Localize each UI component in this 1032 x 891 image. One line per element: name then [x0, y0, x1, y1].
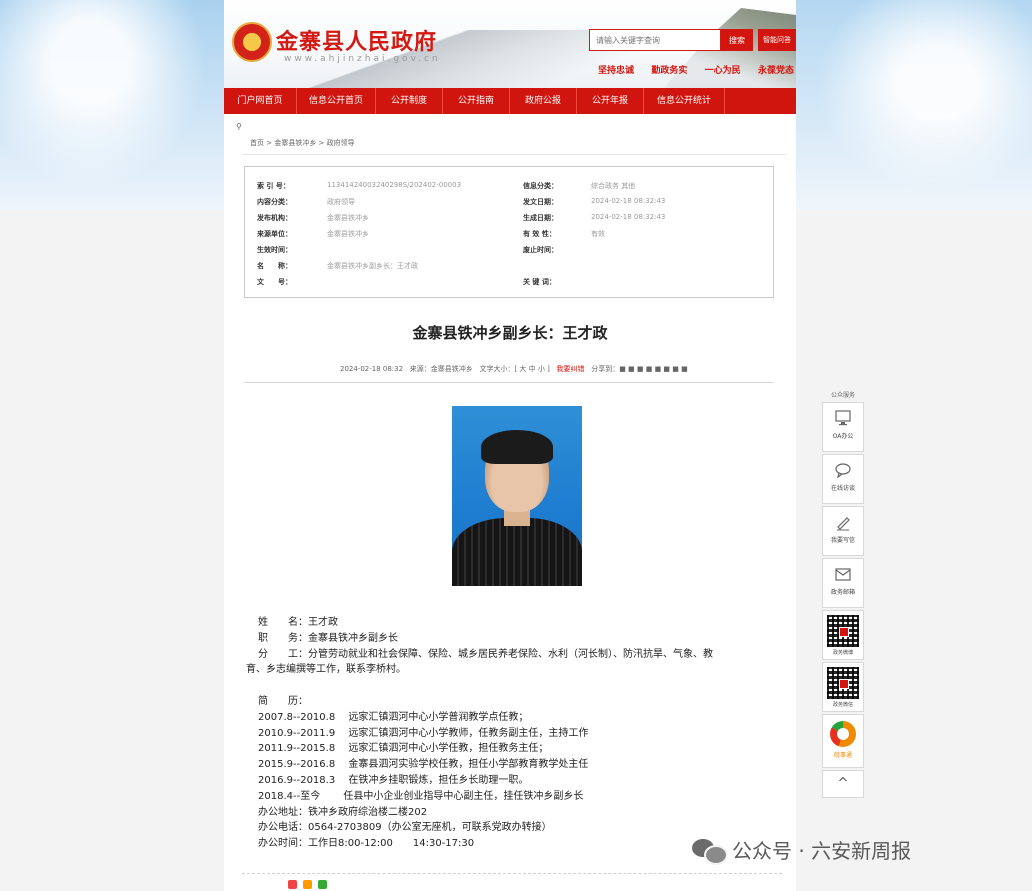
report-error-link[interactable]: 我要纠错 — [557, 365, 585, 373]
wechat-logo-icon — [692, 837, 728, 865]
nav-disclosure-guide[interactable]: 公开指南 — [443, 88, 510, 114]
body-line: 办公电话：0564-2703809（办公室无座机，可联系党政办转接） — [258, 822, 552, 834]
nav-disclosure-rules[interactable]: 公开制度 — [376, 88, 443, 114]
official-portrait-photo — [452, 406, 582, 586]
sidebar-online-interview[interactable]: 在线访谈 — [822, 454, 864, 504]
pen-icon — [837, 517, 850, 531]
info-row: 名 称： 金寨县铁冲乡副乡长：王才政 — [257, 262, 418, 270]
font-size-control[interactable]: 文字大小：[ 大 中 小 ] — [479, 365, 549, 373]
body-line: 2010.9--2011.9 远家汇镇泗河中心小学教师，任教务副主任，主持工作 — [258, 727, 589, 739]
body-line: 简 历： — [258, 695, 308, 707]
category-value: 综合政务 其他 — [591, 182, 636, 190]
mail-icon — [835, 568, 851, 581]
sidebar-qr-wechat[interactable]: 政务微信 — [822, 662, 864, 712]
sidebar-write-letter[interactable]: 我要写信 — [822, 506, 864, 556]
body-line: 2015.9--2016.8 金寨县泗河实验学校任教，担任小学部教育教学处主任 — [258, 759, 589, 771]
monitor-icon — [835, 410, 851, 426]
issue-date-value: 2024-02-18 08:32:43 — [591, 197, 666, 205]
name-value: 金寨县铁冲乡副乡长：王才政 — [327, 262, 418, 270]
footer-icons[interactable] — [288, 880, 327, 889]
nav-disclosure-stats[interactable]: 信息公开统计 — [644, 88, 725, 114]
info-row: 内容分类： 政府领导 发文日期： 2024-02-18 08:32:43 — [257, 197, 666, 206]
divider — [242, 873, 782, 874]
body-line: 2016.9--2018.3 在铁冲乡挂职锻炼，担任乡长助理一职。 — [258, 774, 529, 786]
article-title: 金寨县铁冲乡副乡长：王才政 — [412, 324, 608, 342]
smart-qa-button[interactable]: 智能问答 — [758, 29, 796, 51]
qr-code-icon — [827, 667, 859, 699]
watermark-text: 公众号 · 六安新周报 — [732, 839, 912, 863]
slogan-bar: 坚持忠诚 勤政务实 一心为民 永葆党态 — [598, 63, 794, 76]
info-row: 索 引 号： 11341424003240298S/202402-00003 信… — [257, 181, 636, 190]
background-sky-left — [0, 0, 225, 210]
body-line: 2007.8--2010.8 远家汇镇泗河中心小学普润教学点任教； — [258, 711, 529, 723]
sidebar-oa-office[interactable]: OA办公 — [822, 402, 864, 452]
site-header: 金寨县人民政府 www.ahjinzhai.gov.cn 搜索 智能问答 坚持忠… — [224, 0, 796, 88]
info-row: 发布机构： 金寨县铁冲乡 生成日期： 2024-02-18 08:32:43 — [257, 213, 666, 222]
source-value: 金寨县铁冲乡 — [327, 230, 369, 238]
chat-icon — [835, 463, 851, 479]
nav-portal-home[interactable]: 门户网首页 — [224, 88, 297, 114]
body-line: 职 务：金寨县铁冲乡副乡长 — [258, 632, 398, 644]
body-line: 育、乡志编撰等工作，联系李桥村。 — [246, 664, 406, 676]
info-row: 生效时间： 废止时间： — [257, 246, 558, 254]
background-sky-right — [796, 0, 1032, 210]
location-pin-icon: ⚲ — [236, 122, 242, 131]
body-line: 2018.4--至今 任县中小企业创业指导中心副主任，挂任铁冲乡副乡长 — [258, 790, 584, 802]
nav-gov-gazette[interactable]: 政府公报 — [510, 88, 577, 114]
back-to-top-button[interactable]: ^ — [822, 770, 864, 798]
divider — [244, 382, 774, 383]
publisher-value: 金寨县铁冲乡 — [327, 214, 369, 222]
slogan-4: 永葆党态 — [757, 66, 794, 76]
validity-value: 有效 — [591, 230, 605, 238]
body-line: 2011.9--2015.8 远家汇镇泗河中心小学任教，担任教务主任； — [258, 743, 549, 755]
sidebar-header: 公众服务 — [830, 392, 855, 399]
generate-date-value: 2024-02-18 08:32:43 — [591, 213, 666, 221]
sidebar-qr-weibo[interactable]: 政务微博 — [822, 610, 864, 660]
footer-icon[interactable] — [318, 880, 327, 889]
footer-icon[interactable] — [303, 880, 312, 889]
search-input[interactable] — [589, 29, 721, 51]
qr-code-icon — [827, 615, 859, 647]
share-icons[interactable]: ■ ■ ■ ■ ■ ■ ■ ■ — [619, 365, 688, 373]
wechat-watermark: 公众号 · 六安新周报 — [692, 835, 912, 865]
slogan-2: 勤政务实 — [651, 66, 688, 76]
body-line: 办公地址：铁冲乡政府综治楼二楼202 — [258, 806, 428, 818]
divider — [242, 154, 786, 155]
body-line: 姓 名：王才政 — [258, 617, 338, 628]
article-source: 来源：金寨县铁冲乡 — [409, 365, 473, 373]
share-label: 分享到： — [591, 365, 620, 373]
topic-value: 政府领导 — [327, 198, 355, 206]
slogan-3: 一心为民 — [704, 66, 741, 76]
info-row: 来源单位： 金寨县铁冲乡 有 效 性： 有效 — [257, 230, 605, 238]
nav-annual-report[interactable]: 公开年报 — [577, 88, 644, 114]
sidebar-app-wanshitong[interactable]: 皖事通 — [822, 714, 864, 768]
article-date: 2024-02-18 08:32 — [340, 365, 404, 373]
site-title[interactable]: 金寨县人民政府 — [276, 24, 437, 56]
main-nav: 门户网首页 信息公开首页 公开制度 公开指南 政府公报 公开年报 信息公开统计 — [224, 88, 796, 114]
sidebar-gov-mail[interactable]: 政务邮箱 — [822, 558, 864, 608]
nav-info-home[interactable]: 信息公开首页 — [297, 88, 376, 114]
slogan-1: 坚持忠诚 — [598, 66, 635, 76]
index-no-value: 11341424003240298S/202402-00003 — [327, 181, 462, 189]
app-logo-icon — [830, 721, 856, 747]
body-line — [246, 678, 776, 694]
national-emblem-icon — [232, 22, 272, 62]
site-url: www.ahjinzhai.gov.cn — [284, 54, 441, 64]
floating-service-sidebar: 公众服务 OA办公 在线访谈 我要写信 政务邮箱 政务微博 政务微信 皖事通 ^ — [822, 390, 864, 798]
breadcrumb[interactable]: 首页 > 金寨县铁冲乡 > 政府领导 — [250, 138, 355, 148]
search-button[interactable]: 搜索 — [721, 29, 753, 51]
footer-icon[interactable] — [288, 880, 297, 889]
article-body: 姓 名：王才政 职 务：金寨县铁冲乡副乡长 分 工：分管劳动就业和社会保障、保险… — [246, 615, 776, 852]
page-container: 金寨县人民政府 www.ahjinzhai.gov.cn 搜索 智能问答 坚持忠… — [224, 0, 796, 891]
info-row: 文 号： 关 键 词： — [257, 278, 556, 286]
article-meta: 2024-02-18 08:32 来源：金寨县铁冲乡 文字大小：[ 大 中 小 … — [340, 364, 688, 374]
body-line: 分 工：分管劳动就业和社会保障、保险、城乡居民养老保险、水利（河长制）、防汛抗旱… — [258, 648, 713, 660]
info-metadata-box: 索 引 号： 11341424003240298S/202402-00003 信… — [244, 166, 774, 298]
